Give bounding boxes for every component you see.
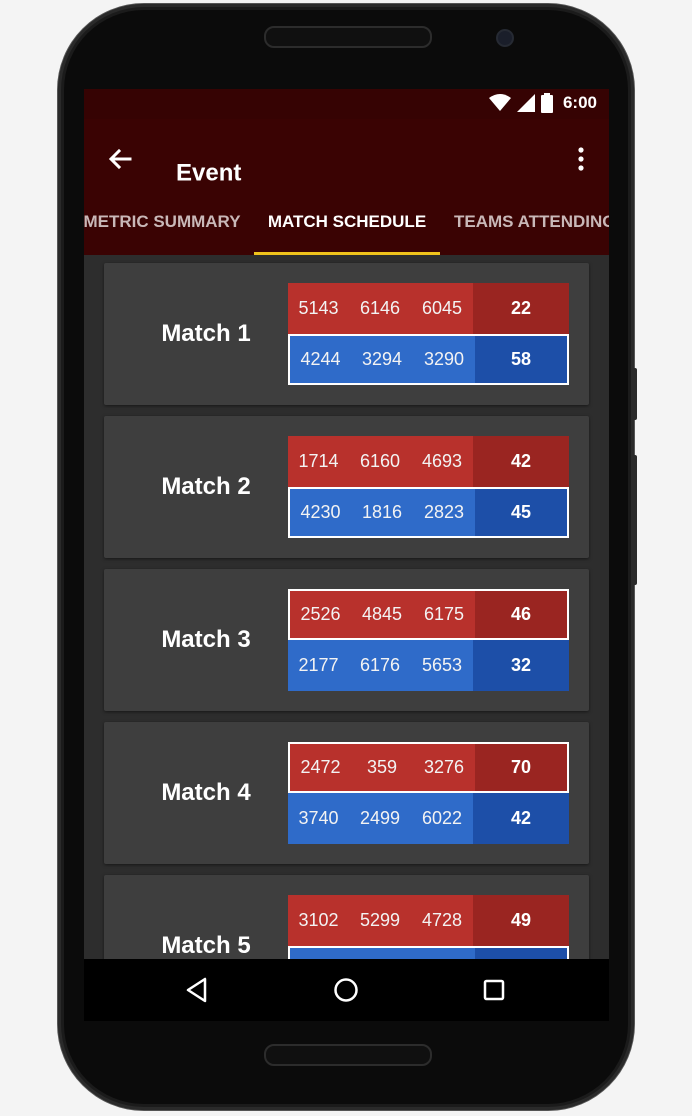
match-label: Match 2 — [161, 473, 251, 500]
red-team-number[interactable]: 6175 — [413, 591, 475, 638]
alliance-table: 5143 6146 6045 22 4244 3294 3290 58 — [288, 283, 569, 385]
match-label: Match 5 — [161, 932, 251, 959]
match-label: Match 1 — [161, 320, 251, 347]
blue-team-number[interactable]: 2499 — [349, 793, 411, 844]
navigation-bar — [84, 959, 609, 1021]
red-team-number[interactable]: 359 — [351, 744, 413, 791]
blue-team-number[interactable]: 3740 — [288, 793, 349, 844]
red-team-number[interactable]: 3102 — [288, 895, 349, 946]
status-clock: 6:00 — [562, 93, 597, 112]
red-score: 42 — [473, 436, 569, 487]
red-team-number[interactable]: 4728 — [411, 895, 473, 946]
alliance-table: 2526 4845 6175 46 2177 6176 5653 32 — [288, 589, 569, 691]
recents-square-icon[interactable] — [478, 974, 510, 1006]
blue-team-number[interactable]: 4244 — [290, 336, 351, 383]
bottom-speaker — [264, 1044, 432, 1066]
page-title: Event — [176, 159, 242, 187]
red-alliance-row: 1714 6160 4693 42 — [288, 436, 569, 487]
match-label: Match 3 — [161, 626, 251, 653]
blue-team-number[interactable]: 6176 — [349, 640, 411, 691]
red-score: 49 — [473, 895, 569, 946]
blue-score: 42 — [473, 793, 569, 844]
match-card[interactable]: Match 1 5143 6146 6045 22 4244 3294 3290 58 — [104, 263, 589, 405]
blue-team-number[interactable]: 1816 — [351, 489, 413, 536]
red-team-number[interactable]: 4693 — [411, 436, 473, 487]
home-circle-icon[interactable] — [330, 974, 362, 1006]
red-alliance-row: 2472 359 3276 70 — [288, 742, 569, 793]
blue-team-number[interactable]: 2177 — [288, 640, 349, 691]
status-bar: 6:00 — [84, 89, 609, 119]
match-label: Match 4 — [161, 779, 251, 806]
red-team-number[interactable]: 6160 — [349, 436, 411, 487]
red-score: 22 — [473, 283, 569, 334]
power-button — [632, 455, 637, 585]
red-alliance-row: 5143 6146 6045 22 — [288, 283, 569, 334]
back-arrow-icon[interactable] — [104, 143, 136, 175]
blue-score: 45 — [475, 489, 567, 536]
match-card[interactable]: Match 3 2526 4845 6175 46 2177 6176 5653 32 — [104, 569, 589, 711]
blue-team-number[interactable]: 6022 — [411, 793, 473, 844]
blue-team-number[interactable]: 5653 — [411, 640, 473, 691]
app-bar: Event METRIC SUMMARY MATCH SCHEDULE TEAM… — [84, 119, 609, 255]
blue-score: 58 — [475, 336, 567, 383]
back-triangle-icon[interactable] — [182, 974, 214, 1006]
front-camera — [496, 29, 514, 47]
red-team-number[interactable]: 1714 — [288, 436, 349, 487]
red-alliance-row: 3102 5299 4728 49 — [288, 895, 569, 946]
blue-alliance-row: 4244 3294 3290 58 — [288, 334, 569, 385]
blue-alliance-row: 3740 2499 6022 42 — [288, 793, 569, 844]
red-team-number[interactable]: 5143 — [288, 283, 349, 334]
alliance-table: 2472 359 3276 70 3740 2499 6022 42 — [288, 742, 569, 844]
top-speaker — [264, 26, 432, 48]
red-team-number[interactable]: 6045 — [411, 283, 473, 334]
blue-team-number[interactable]: 2823 — [413, 489, 475, 536]
more-vert-icon[interactable] — [569, 143, 593, 175]
red-score: 70 — [475, 744, 567, 791]
tab-teams-attending[interactable]: TEAMS ATTENDING — [454, 211, 609, 255]
blue-alliance-row: 2177 6176 5653 32 — [288, 640, 569, 691]
blue-team-number[interactable]: 4230 — [290, 489, 351, 536]
blue-team-number[interactable]: 3290 — [413, 336, 475, 383]
match-card[interactable]: Match 2 1714 6160 4693 42 4230 1816 2823 45 — [104, 416, 589, 558]
blue-score: 32 — [473, 640, 569, 691]
red-team-number[interactable]: 3276 — [413, 744, 475, 791]
red-team-number[interactable]: 6146 — [349, 283, 411, 334]
screen: 6:00 Event METRIC SUMMARY MATCH SCHEDULE… — [84, 89, 609, 1021]
red-team-number[interactable]: 2472 — [290, 744, 351, 791]
tab-match-schedule[interactable]: MATCH SCHEDULE — [254, 211, 440, 255]
red-score: 46 — [475, 591, 567, 638]
battery-icon — [540, 93, 553, 113]
signal-icon — [516, 94, 535, 112]
red-team-number[interactable]: 2526 — [290, 591, 351, 638]
tab-bar: METRIC SUMMARY MATCH SCHEDULE TEAMS ATTE… — [84, 211, 609, 255]
match-card[interactable]: Match 4 2472 359 3276 70 3740 2499 6022 42 — [104, 722, 589, 864]
volume-button — [632, 368, 637, 420]
blue-alliance-row: 4230 1816 2823 45 — [288, 487, 569, 538]
tab-metric-summary[interactable]: METRIC SUMMARY — [84, 211, 242, 255]
red-team-number[interactable]: 4845 — [351, 591, 413, 638]
red-team-number[interactable]: 5299 — [349, 895, 411, 946]
tab-indicator — [254, 252, 440, 255]
red-alliance-row: 2526 4845 6175 46 — [288, 589, 569, 640]
wifi-icon — [488, 94, 511, 111]
blue-team-number[interactable]: 3294 — [351, 336, 413, 383]
alliance-table: 1714 6160 4693 42 4230 1816 2823 45 — [288, 436, 569, 538]
